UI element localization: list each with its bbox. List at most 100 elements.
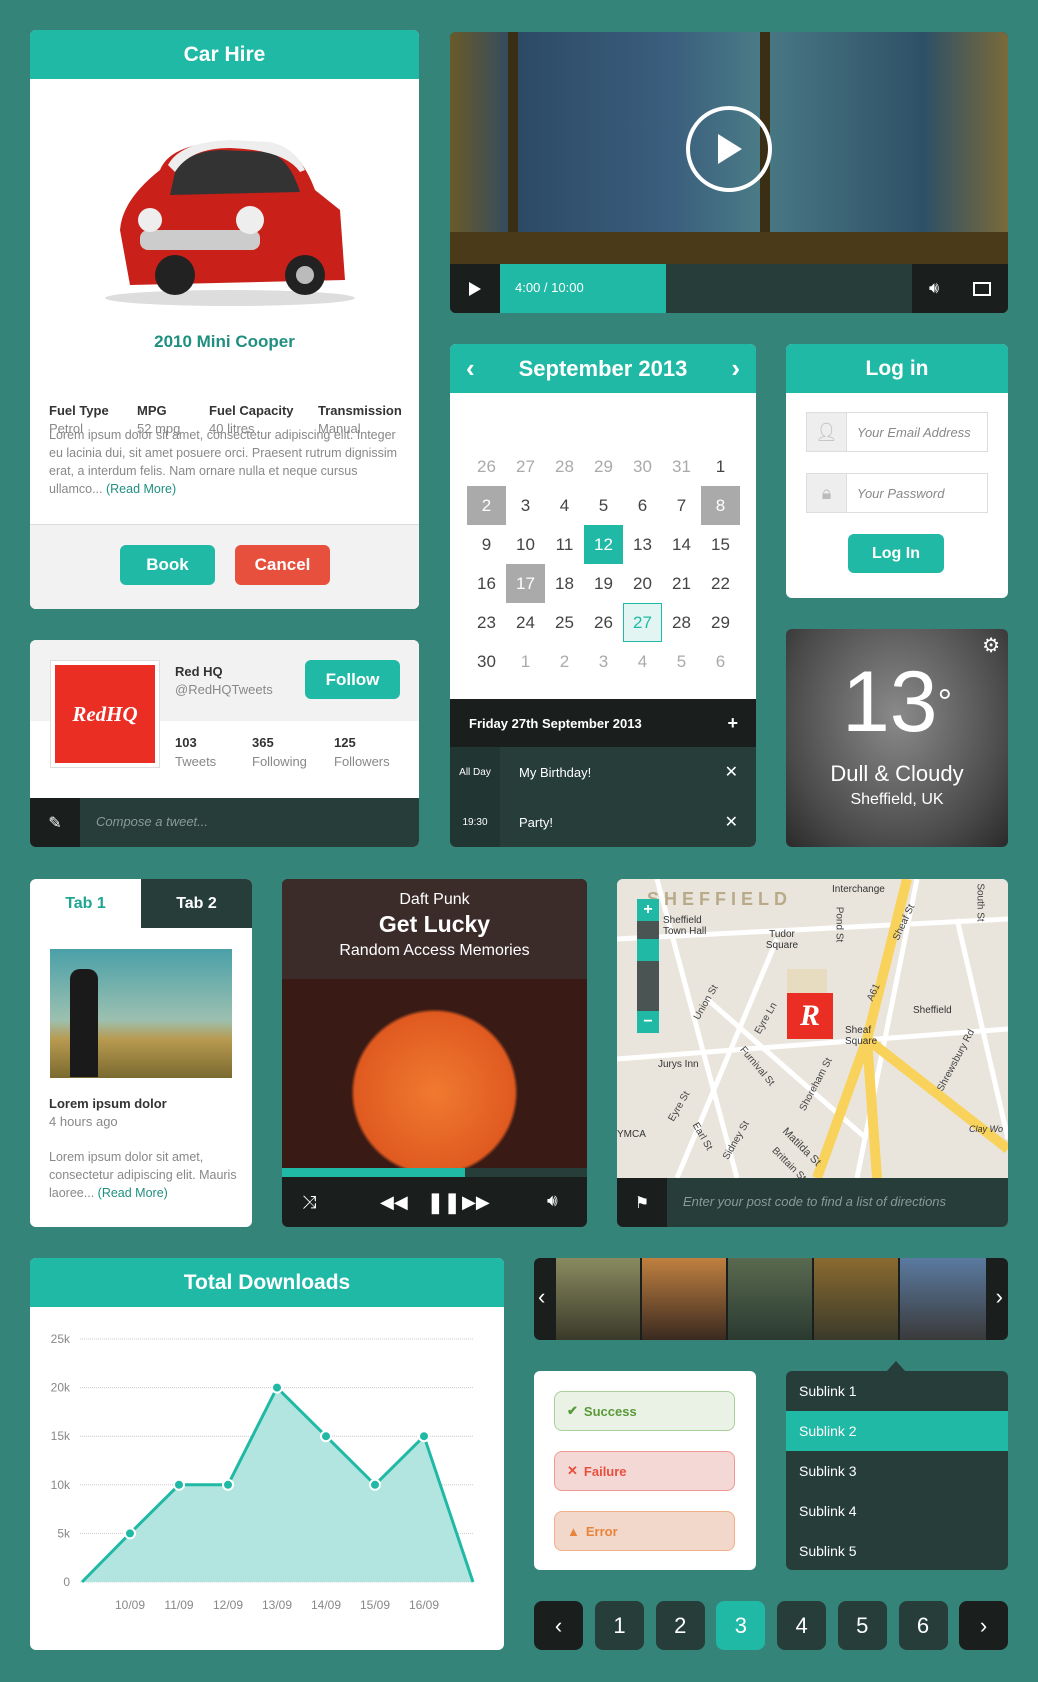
carousel-thumbnail[interactable] xyxy=(814,1258,898,1340)
page-button[interactable]: 3 xyxy=(716,1601,766,1650)
directions-input[interactable]: Enter your post code to find a list of d… xyxy=(683,1194,946,1209)
calendar-day[interactable]: 29 xyxy=(584,447,623,486)
data-point[interactable] xyxy=(271,1381,283,1394)
calendar-day[interactable]: 19 xyxy=(584,564,623,603)
calendar-day[interactable]: 30 xyxy=(623,447,662,486)
calendar-day[interactable]: 5 xyxy=(662,642,701,681)
next-page-button[interactable]: › xyxy=(959,1601,1008,1650)
remove-event-button[interactable]: ✕ xyxy=(725,797,738,847)
calendar-day[interactable]: 27 xyxy=(506,447,545,486)
calendar-day[interactable]: 6 xyxy=(623,486,662,525)
calendar-day[interactable]: 22 xyxy=(701,564,740,603)
stat-following[interactable]: 365 Following xyxy=(252,733,307,771)
page-button[interactable]: 6 xyxy=(898,1601,948,1650)
calendar-day[interactable]: 4 xyxy=(545,486,584,525)
calendar-day[interactable]: 16 xyxy=(467,564,506,603)
calendar-day[interactable]: 6 xyxy=(701,642,740,681)
calendar-day[interactable]: 2 xyxy=(545,642,584,681)
carousel-next-button[interactable]: › xyxy=(996,1284,1003,1310)
next-month-button[interactable]: › xyxy=(731,353,740,384)
calendar-day[interactable]: 7 xyxy=(662,486,701,525)
calendar-day[interactable]: 17 xyxy=(506,564,545,603)
carousel-thumbnail[interactable] xyxy=(728,1258,812,1340)
calendar-day[interactable]: 3 xyxy=(506,486,545,525)
read-more-link[interactable]: (Read More) xyxy=(98,1186,168,1200)
calendar-day[interactable]: 29 xyxy=(701,603,740,642)
settings-icon[interactable]: ⚙ xyxy=(982,633,1000,658)
prev-page-button[interactable]: ‹ xyxy=(534,1601,583,1650)
event-row[interactable]: All Day My Birthday! ✕ xyxy=(450,747,756,797)
compose-tweet-input[interactable]: Compose a tweet... xyxy=(96,814,208,829)
map-marker-icon[interactable]: R xyxy=(787,993,833,1039)
calendar-day[interactable]: 28 xyxy=(662,603,701,642)
calendar-day[interactable]: 8 xyxy=(701,486,740,525)
volume-button[interactable]: 🔊︎ xyxy=(912,264,1008,313)
calendar-day[interactable]: 4 xyxy=(623,642,662,681)
calendar-day[interactable]: 26 xyxy=(584,603,623,642)
page-button[interactable]: 1 xyxy=(595,1601,644,1650)
carousel-thumbnail[interactable] xyxy=(900,1258,986,1340)
follow-button[interactable]: Follow xyxy=(305,660,400,699)
login-button[interactable]: Log In xyxy=(848,534,944,573)
zoom-in-button[interactable]: + xyxy=(637,899,659,921)
fullscreen-icon[interactable] xyxy=(973,281,992,296)
calendar-day[interactable]: 3 xyxy=(584,642,623,681)
stat-tweets[interactable]: 103 Tweets xyxy=(175,733,216,771)
calendar-day[interactable]: 13 xyxy=(623,525,662,564)
carousel-prev-button[interactable]: ‹ xyxy=(538,1284,545,1310)
book-button[interactable]: Book xyxy=(120,545,215,585)
calendar-day[interactable]: 1 xyxy=(701,447,740,486)
calendar-day[interactable]: 5 xyxy=(584,486,623,525)
calendar-day[interactable]: 15 xyxy=(701,525,740,564)
data-point[interactable] xyxy=(173,1478,185,1491)
calendar-day[interactable]: 24 xyxy=(506,603,545,642)
data-point[interactable] xyxy=(369,1478,381,1491)
calendar-day[interactable]: 14 xyxy=(662,525,701,564)
calendar-day[interactable]: 12 xyxy=(584,525,623,564)
read-more-link[interactable]: (Read More) xyxy=(106,482,176,496)
calendar-day[interactable]: 11 xyxy=(545,525,584,564)
play-overlay-button[interactable] xyxy=(686,106,772,192)
pause-icon[interactable]: ❚❚ xyxy=(427,1190,461,1215)
sublink-item[interactable]: Sublink 2 xyxy=(786,1411,1008,1451)
calendar-day[interactable]: 2 xyxy=(467,486,506,525)
calendar-day[interactable]: 10 xyxy=(506,525,545,564)
calendar-day[interactable]: 21 xyxy=(662,564,701,603)
calendar-day[interactable]: 20 xyxy=(623,564,662,603)
calendar-day[interactable]: 28 xyxy=(545,447,584,486)
calendar-day[interactable]: 9 xyxy=(467,525,506,564)
calendar-day[interactable]: 1 xyxy=(506,642,545,681)
prev-month-button[interactable]: ‹ xyxy=(466,353,475,384)
add-event-button[interactable]: + xyxy=(727,713,738,734)
calendar-day[interactable]: 31 xyxy=(662,447,701,486)
data-point[interactable] xyxy=(320,1430,332,1443)
remove-event-button[interactable]: ✕ xyxy=(725,747,738,797)
volume-icon[interactable]: 🔊︎ xyxy=(547,1191,558,1211)
sublink-item[interactable]: Sublink 4 xyxy=(786,1491,1008,1531)
calendar-day[interactable]: 25 xyxy=(545,603,584,642)
carousel-thumbnail[interactable] xyxy=(642,1258,726,1340)
page-button[interactable]: 4 xyxy=(777,1601,827,1650)
data-point[interactable] xyxy=(124,1527,136,1540)
page-button[interactable]: 2 xyxy=(655,1601,705,1650)
rewind-icon[interactable]: ◀◀ xyxy=(380,1192,408,1213)
email-field[interactable]: 👤︎ Your Email Address xyxy=(806,412,988,452)
tab-1[interactable]: Tab 1 xyxy=(30,879,141,928)
calendar-day[interactable]: 26 xyxy=(467,447,506,486)
track-progress[interactable] xyxy=(282,1168,587,1177)
sublink-item[interactable]: Sublink 1 xyxy=(786,1371,1008,1411)
shuffle-icon[interactable]: ⤨ xyxy=(302,1192,316,1213)
calendar-day[interactable]: 18 xyxy=(545,564,584,603)
carousel-thumbnail[interactable] xyxy=(556,1258,640,1340)
tab-2[interactable]: Tab 2 xyxy=(141,879,252,928)
page-button[interactable]: 5 xyxy=(837,1601,887,1650)
data-point[interactable] xyxy=(222,1478,234,1491)
calendar-day[interactable]: 30 xyxy=(467,642,506,681)
zoom-out-button[interactable]: − xyxy=(637,1011,659,1033)
event-row[interactable]: 19:30 Party! ✕ xyxy=(450,797,756,847)
cancel-button[interactable]: Cancel xyxy=(235,545,330,585)
data-point[interactable] xyxy=(418,1430,430,1443)
sublink-item[interactable]: Sublink 5 xyxy=(786,1531,1008,1570)
password-field[interactable]: 🔒︎ Your Password xyxy=(806,473,988,513)
fast-forward-icon[interactable]: ▶▶ xyxy=(462,1192,490,1213)
